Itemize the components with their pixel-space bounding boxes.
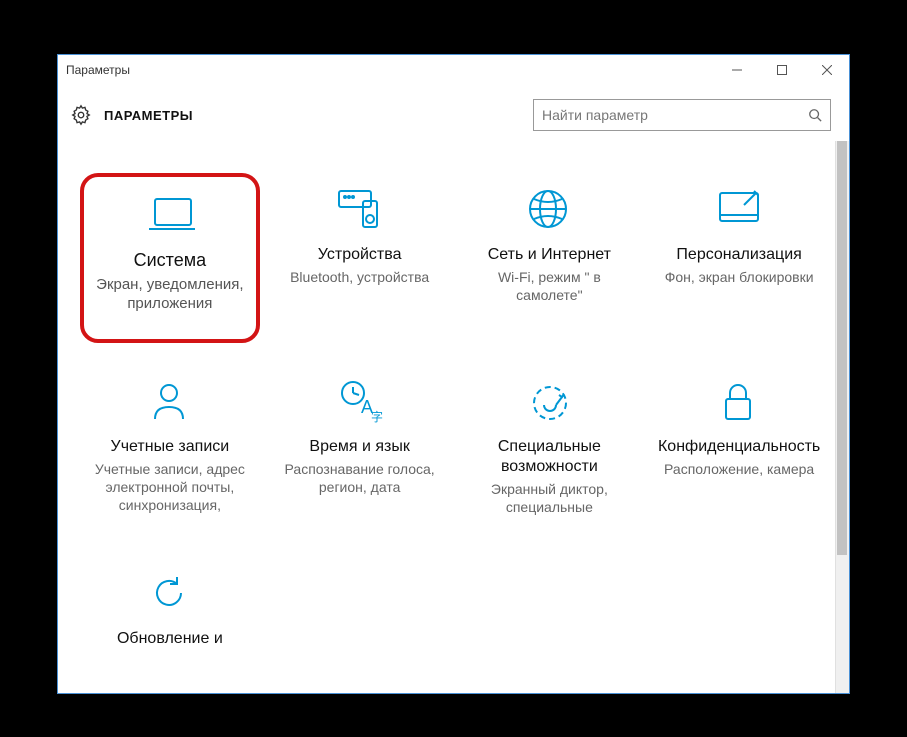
tile-desc: Экран, уведомления, приложения [90, 275, 250, 314]
close-icon [822, 65, 832, 75]
maximize-icon [777, 65, 787, 75]
tile-title: Специальные возможности [466, 437, 634, 477]
content: Система Экран, уведомления, приложения Уст… [58, 141, 849, 693]
page-title: ПАРАМЕТРЫ [104, 108, 193, 123]
devices-icon [335, 181, 385, 237]
tile-globe[interactable]: Сеть и Интернет Wi-Fi, режим " в самолете… [460, 173, 640, 343]
personalize-icon [714, 181, 764, 237]
ease-icon [524, 373, 574, 429]
close-button[interactable] [804, 55, 849, 85]
tile-ease[interactable]: Специальные возможностиЭкранный диктор, … [460, 365, 640, 535]
privacy-icon [714, 373, 764, 429]
minimize-button[interactable] [714, 55, 759, 85]
tile-title: Сеть и Интернет [488, 245, 611, 265]
search-placeholder: Найти параметр [542, 107, 808, 123]
tile-desc: Wi-Fi, режим " в самолете" [466, 268, 634, 304]
tile-privacy[interactable]: Конфиденциальность Расположение, камера [649, 365, 829, 535]
tile-title: Персонализация [676, 245, 801, 265]
timelang-icon [335, 373, 385, 429]
tile-title: Обновление и [117, 629, 223, 649]
tile-desc: Расположение, камера [664, 460, 814, 478]
tiles-grid: Система Экран, уведомления, приложения Уст… [58, 141, 849, 693]
tile-timelang[interactable]: Время и язык Распознавание голоса, регион… [270, 365, 450, 535]
settings-window: Параметры ПАРАМЕТРЫ Найти параметр [57, 54, 850, 694]
tile-desc: Фон, экран блокировки [665, 268, 814, 286]
tile-laptop[interactable]: Система Экран, уведомления, приложения [80, 173, 260, 343]
tile-personalize[interactable]: Персонализация Фон, экран блокировки [649, 173, 829, 343]
scrollbar-thumb[interactable] [837, 141, 847, 555]
window-controls [714, 55, 849, 85]
tile-title: Система [134, 249, 207, 272]
window-title: Параметры [66, 63, 714, 77]
laptop-icon [145, 185, 195, 241]
update-icon [145, 565, 195, 621]
tile-desc: Распознавание голоса, регион, дата [276, 460, 444, 496]
titlebar: Параметры [58, 55, 849, 85]
header: ПАРАМЕТРЫ Найти параметр [58, 85, 849, 141]
tile-desc: Экранный диктор, специальные [466, 480, 634, 516]
tile-title: Учетные записи [111, 437, 230, 457]
tile-title: Устройства [318, 245, 402, 265]
account-icon [145, 373, 195, 429]
globe-icon [524, 181, 574, 237]
tile-title: Конфиденциальность [658, 437, 820, 457]
search-input[interactable]: Найти параметр [533, 99, 831, 131]
search-icon [808, 108, 822, 122]
minimize-icon [732, 65, 742, 75]
tile-devices[interactable]: Устройства Bluetooth, устройства [270, 173, 450, 343]
tile-desc: Bluetooth, устройства [290, 268, 429, 286]
tile-update[interactable]: Обновление и [80, 557, 260, 693]
scrollbar[interactable] [835, 141, 849, 693]
tile-account[interactable]: Учетные записи Учетные записи, адрес элек… [80, 365, 260, 535]
tile-title: Время и язык [309, 437, 409, 457]
header-left: ПАРАМЕТРЫ [70, 104, 193, 126]
maximize-button[interactable] [759, 55, 804, 85]
tile-desc: Учетные записи, адрес электронной почты,… [86, 460, 254, 515]
gear-icon [70, 104, 92, 126]
